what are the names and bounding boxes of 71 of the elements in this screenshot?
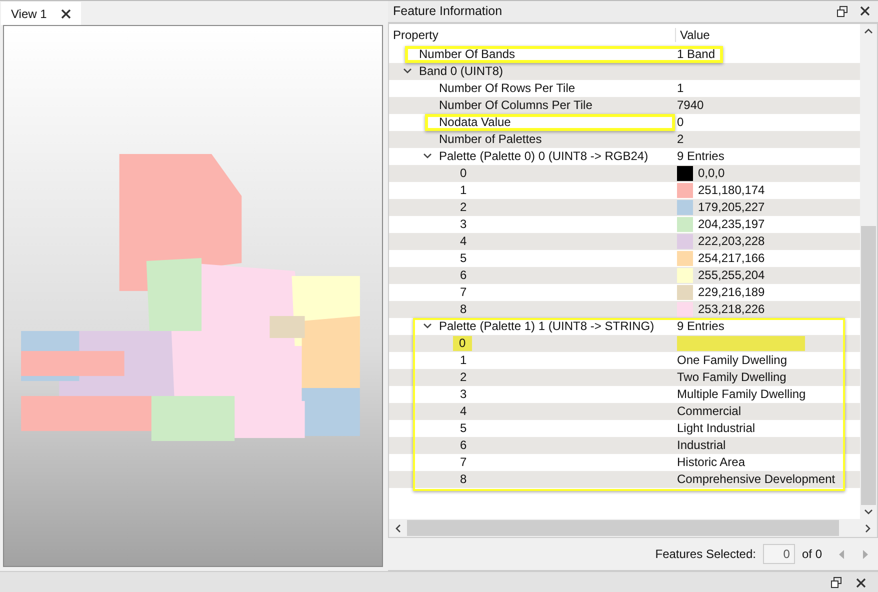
value-cell: Historic Area xyxy=(677,454,746,470)
property-cell: 4 xyxy=(460,234,467,249)
value-cell: 251,180,174 xyxy=(698,182,765,198)
value-cell: 1 xyxy=(677,80,684,96)
property-cell: 5 xyxy=(460,250,467,266)
property-cell: 7 xyxy=(460,454,467,470)
value-cell: 1 Band xyxy=(677,46,716,62)
value-cell: Two Family Dwelling xyxy=(677,370,786,385)
property-cell: Number of Palettes xyxy=(439,132,542,147)
property-cell: 2 xyxy=(460,200,467,215)
property-cell: 4 xyxy=(460,404,467,419)
features-selected-label: Features Selected: xyxy=(655,547,756,562)
property-cell: Number Of Bands xyxy=(419,46,516,62)
value-cell: Multiple Family Dwelling xyxy=(677,386,806,402)
property-cell: 0 xyxy=(460,166,467,181)
property-cell: 5 xyxy=(460,420,467,436)
value-cell: 229,216,189 xyxy=(698,284,765,300)
chevron-down-icon[interactable] xyxy=(423,153,432,160)
value-cell: 9 Entries xyxy=(677,318,724,334)
value-cell: Commercial xyxy=(677,404,742,419)
value-cell: 179,205,227 xyxy=(698,200,765,215)
property-cell: 0 xyxy=(453,336,472,351)
horizontal-scrollbar[interactable] xyxy=(388,519,878,538)
property-cell: 3 xyxy=(460,386,467,402)
view-tab[interactable]: View 1 xyxy=(1,2,81,25)
property-cell: 8 xyxy=(460,472,467,487)
value-cell: 254,217,166 xyxy=(698,250,765,266)
scroll-left-icon[interactable] xyxy=(395,524,401,533)
value-cell: 255,255,204 xyxy=(698,268,765,283)
property-cell: 7 xyxy=(460,284,467,300)
close-icon[interactable] xyxy=(856,578,866,588)
close-icon[interactable] xyxy=(860,6,870,16)
property-cell: 1 xyxy=(460,182,467,198)
value-cell: 0 xyxy=(677,114,684,130)
close-icon[interactable] xyxy=(60,8,71,18)
property-cell: Palette (Palette 0) 0 (UINT8 -> RGB24) xyxy=(439,148,648,164)
property-cell: Band 0 (UINT8) xyxy=(419,64,504,79)
panel-title: Feature Information xyxy=(393,4,504,18)
property-cell: 3 xyxy=(460,216,467,232)
property-cell: Number Of Columns Per Tile xyxy=(439,98,592,113)
value-cell: One Family Dwelling xyxy=(677,352,788,368)
property-cell: Palette (Palette 1) 1 (UINT8 -> STRING) xyxy=(439,318,654,334)
value-cell: Industrial xyxy=(677,438,726,453)
chevron-down-icon[interactable] xyxy=(403,68,412,74)
value-cell: Comprehensive Development xyxy=(677,472,836,487)
vertical-scrollbar[interactable] xyxy=(860,24,877,520)
property-cell: 1 xyxy=(460,352,467,368)
value-cell: 2 xyxy=(677,132,684,147)
value-cell: 253,218,226 xyxy=(698,302,765,317)
value-cell: 9 Entries xyxy=(677,148,724,164)
float-icon[interactable] xyxy=(837,6,848,17)
column-header[interactable]: Value xyxy=(676,28,860,42)
property-cell: 6 xyxy=(460,268,467,283)
scroll-right-icon[interactable] xyxy=(865,524,871,533)
property-cell: 8 xyxy=(460,302,467,317)
value-cell: 222,203,228 xyxy=(698,234,765,249)
features-total: of 0 xyxy=(802,547,822,562)
property-cell: Number Of Rows Per Tile xyxy=(439,80,576,96)
property-cell: 2 xyxy=(460,370,467,385)
value-cell: Light Industrial xyxy=(677,420,756,436)
scroll-up-icon[interactable] xyxy=(864,28,873,34)
value-cell: 7940 xyxy=(677,98,704,113)
column-header[interactable]: Property xyxy=(389,28,676,42)
features-selected-field[interactable]: 0 xyxy=(762,544,795,564)
chevron-down-icon[interactable] xyxy=(423,323,432,330)
scroll-down-icon[interactable] xyxy=(864,509,873,516)
float-icon[interactable] xyxy=(831,577,842,588)
value-cell: 0,0,0 xyxy=(698,166,725,181)
value-cell: 204,235,197 xyxy=(698,216,765,232)
property-cell: Nodata Value xyxy=(439,114,511,130)
property-cell: 6 xyxy=(460,438,467,453)
